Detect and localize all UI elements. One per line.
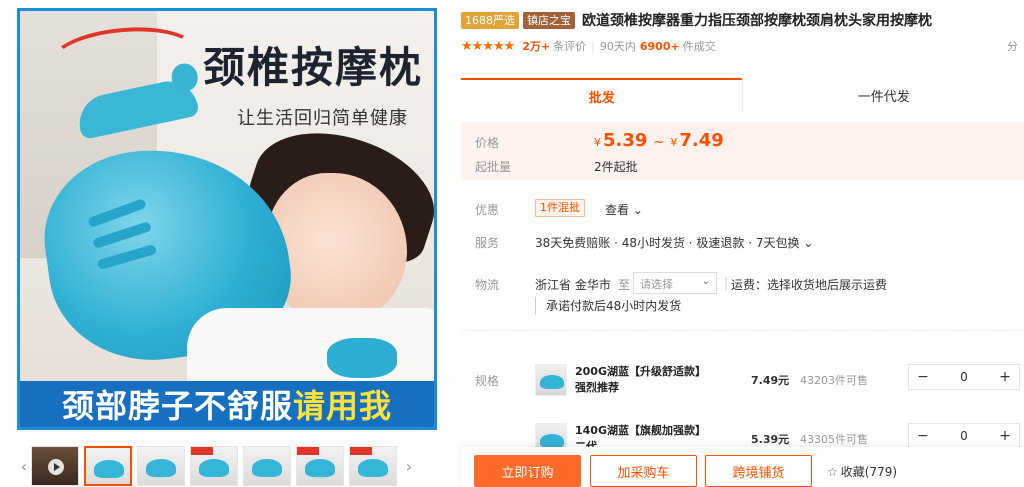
price-high: 7.49 (679, 130, 724, 151)
product-title: 欧道颈椎按摩器重力指压颈部按摩枕颈肩枕头家用按摩枕 (582, 13, 932, 29)
promo-view-button[interactable]: 查看 ⌄ (605, 201, 643, 218)
pillow-neck-roll (327, 338, 397, 378)
thumbnail-3[interactable] (190, 446, 238, 486)
badge-yanxuan: 1688严选 (461, 11, 519, 29)
sku-label: 规格 (475, 374, 500, 388)
promo-tag: 1件混批 (535, 199, 585, 217)
moq-value: 2件起批 (594, 160, 638, 174)
tab-wholesale[interactable]: 批发 (461, 78, 743, 112)
star-outline-icon: ☆ (827, 465, 838, 479)
rating-row: ★★★★★ 2万+ 条评价 | 90天内 6900+ 件成交 (461, 38, 1024, 54)
sku-price: 5.39元 (751, 433, 790, 446)
logistics-label: 物流 (475, 278, 500, 292)
sku-row: 200G湖蓝【升级舒适款】强烈推荐 7.49元 43203件可售 − 0 + (535, 364, 1024, 404)
add-to-cart-button[interactable]: 加采购车 (590, 455, 697, 487)
play-icon (48, 459, 64, 475)
thumbnail-1[interactable] (84, 446, 132, 486)
product-title-row: 1688严选 镇店之宝 欧道颈椎按摩器重力指压颈部按摩枕颈肩枕头家用按摩枕 (461, 10, 1024, 30)
share-button[interactable]: 分 (1007, 38, 1018, 54)
currency-symbol: ¥ (594, 136, 601, 149)
image-subtitle: 让生活回归简单健康 (237, 108, 408, 129)
service-details[interactable]: 38天免费赔账 · 48小时发货 · 极速退款 · 7天包换 ⌄ (535, 234, 813, 251)
sku-stock: 43305件可售 (800, 433, 868, 446)
thumbnail-strip: ‹ › (17, 444, 441, 487)
chevron-down-icon: ⌄ (701, 276, 710, 287)
reviews-label: 条评价 (553, 40, 587, 53)
promo-label: 优惠 (475, 203, 500, 217)
sku-name: 200G湖蓝【升级舒适款】强烈推荐 (575, 365, 706, 394)
destination-placeholder: 请选择 (640, 278, 673, 291)
quantity-input[interactable]: 0 (937, 429, 991, 443)
image-title: 颈椎按摩枕 (203, 43, 424, 92)
price-label: 价格 (475, 136, 500, 150)
sku-stock: 43203件可售 (800, 374, 868, 387)
thumbnail-2[interactable] (137, 446, 185, 486)
banner-text: 颈部脖子不舒服 (61, 387, 293, 425)
reviews-count[interactable]: 2万+ (522, 38, 550, 54)
quantity-input[interactable]: 0 (937, 370, 991, 384)
price-tilde: ~ (653, 135, 665, 150)
banner-accent-text: 请用我 (293, 387, 393, 425)
divider: | (724, 276, 729, 290)
shipping-fee-text: 运费：选择收货地后展示运费 (731, 278, 888, 292)
sales-count: 6900+ (639, 39, 680, 53)
minus-button[interactable]: − (909, 365, 937, 389)
moq-label: 起批量 (475, 160, 512, 174)
minus-button[interactable]: − (909, 424, 937, 448)
cross-border-distribute-button[interactable]: 跨境铺货 (705, 455, 812, 487)
price-range: ¥5.39 ~ ¥7.49 (594, 130, 724, 151)
chevron-left-icon[interactable]: ‹ (17, 446, 31, 486)
thumbnail-video[interactable] (31, 446, 79, 486)
favorite-button[interactable]: ☆ 收藏(779) (827, 463, 897, 480)
image-bottom-banner: 颈部脖子不舒服 请用我 (20, 381, 434, 427)
ship-to-label: 至 (618, 278, 631, 292)
favorite-label: 收藏(779) (840, 465, 898, 479)
purchase-mode-tabs: 批发 一件代发 (461, 78, 1024, 112)
plus-button[interactable]: + (991, 424, 1019, 448)
service-label: 服务 (475, 236, 500, 250)
thumbnail-6[interactable] (349, 446, 397, 486)
sku-thumbnail[interactable] (535, 364, 567, 396)
shipping-promise: 承诺付款后48小时内发货 (535, 297, 681, 314)
section-divider (461, 330, 1024, 331)
quantity-stepper: − 0 + (908, 364, 1020, 390)
divider: | (591, 39, 595, 53)
main-product-image[interactable]: 颈椎按摩枕 让生活回归简单健康 颈部脖子不舒服 请用我 (17, 8, 437, 430)
thumbnail-5[interactable] (296, 446, 344, 486)
sku-price: 7.49元 (751, 374, 790, 387)
thumbnail-4[interactable] (243, 446, 291, 486)
quantity-stepper: − 0 + (908, 423, 1020, 449)
badge-treasure: 镇店之宝 (523, 11, 575, 29)
price-box: 价格 ¥5.39 ~ ¥7.49 起批量 2件起批 (461, 122, 1024, 180)
buy-now-button[interactable]: 立即订购 (474, 455, 581, 487)
plus-button[interactable]: + (991, 365, 1019, 389)
sales-period: 90天内 (599, 40, 636, 53)
action-bar: 立即订购 加采购车 跨境铺货 ☆ 收藏(779) (461, 447, 1024, 487)
tab-dropship[interactable]: 一件代发 (742, 78, 1024, 112)
ship-from-location: 浙江省 金华市 (535, 278, 611, 292)
sales-label: 件成交 (682, 40, 716, 53)
destination-select[interactable]: 请选择 ⌄ (633, 272, 717, 294)
currency-symbol: ¥ (670, 136, 678, 149)
price-low: 5.39 (603, 130, 648, 151)
chevron-right-icon[interactable]: › (402, 446, 416, 486)
star-rating-icon: ★★★★★ (461, 38, 515, 54)
